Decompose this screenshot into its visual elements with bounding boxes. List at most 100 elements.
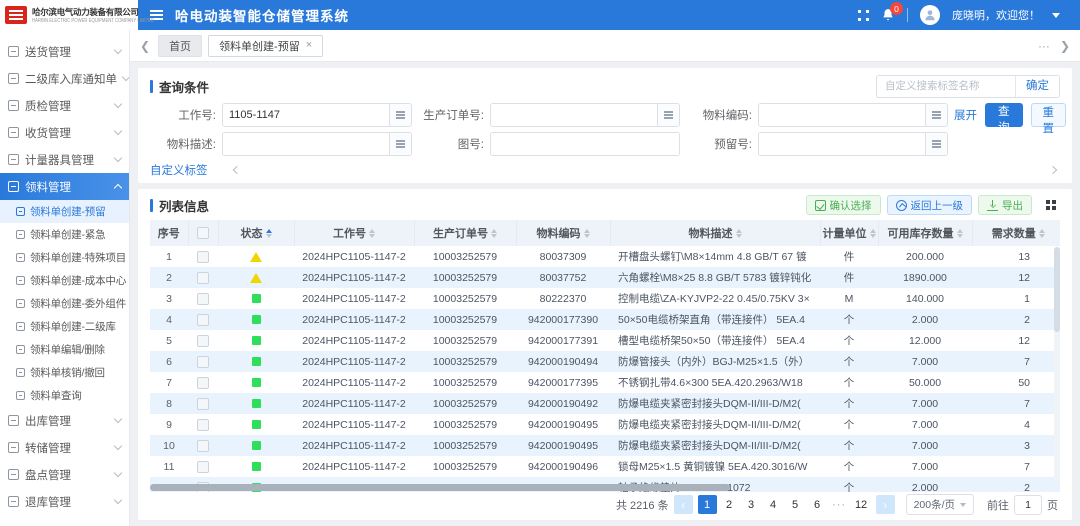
column-header-material-code[interactable]: 物料编码 — [516, 220, 610, 246]
sidebar-item-transfer[interactable]: 转储管理 — [0, 434, 129, 461]
tab-home[interactable]: 首页 — [158, 35, 202, 57]
vertical-scrollbar[interactable] — [1054, 247, 1060, 482]
page-button-4[interactable]: 4 — [764, 495, 783, 514]
row-checkbox[interactable] — [197, 335, 209, 347]
sidebar-subitem-create-reserve[interactable]: 领料单创建-预留 — [0, 200, 129, 223]
chevron-left-icon[interactable] — [232, 166, 240, 174]
sort-icon[interactable] — [957, 229, 963, 238]
filter-select-icon[interactable] — [389, 104, 411, 126]
sidebar-item-outbound[interactable]: 出库管理 — [0, 407, 129, 434]
table-row[interactable]: 92024HPC1105-1147-2100032525799420001904… — [150, 414, 1060, 435]
column-header-order-no[interactable]: 生产订单号 — [414, 220, 516, 246]
column-header-work-no[interactable]: 工作号 — [294, 220, 414, 246]
table-row[interactable]: 82024HPC1105-1147-2100032525799420001904… — [150, 393, 1060, 414]
column-header-material-desc[interactable]: 物料描述 — [610, 220, 820, 246]
order-no-input[interactable] — [491, 104, 657, 126]
table-row[interactable]: 22024HPC1105-1147-21000325257980037752六角… — [150, 267, 1060, 288]
sort-icon[interactable] — [736, 229, 742, 238]
page-button-6[interactable]: 6 — [808, 495, 827, 514]
notifications-bell-icon[interactable]: 0 — [881, 8, 895, 22]
table-row[interactable]: 112024HPC1105-1147-210003252579942000190… — [150, 456, 1060, 477]
table-row[interactable]: 102024HPC1105-1147-210003252579942000190… — [150, 435, 1060, 456]
row-checkbox[interactable] — [197, 461, 209, 473]
confirm-select-button[interactable]: 确认选择 — [806, 195, 881, 215]
page-button-12[interactable]: 12 — [852, 495, 871, 514]
fullscreen-icon[interactable] — [858, 10, 869, 21]
expand-link[interactable]: 展开 — [954, 107, 977, 123]
tab-create-reserve[interactable]: 领料单创建-预留× — [208, 35, 323, 57]
sidebar-subitem-create-cost-center[interactable]: 领料单创建-成本中心 — [0, 269, 129, 292]
close-icon[interactable]: × — [306, 40, 312, 51]
column-header-demand[interactable]: 需求数量 — [972, 220, 1060, 246]
table-row[interactable]: 62024HPC1105-1147-2100032525799420001904… — [150, 351, 1060, 372]
export-button[interactable]: 导出 — [978, 195, 1032, 215]
sidebar-subitem-create-special-project[interactable]: 领料单创建-特殊项目 — [0, 246, 129, 269]
prev-page-button[interactable]: ‹ — [674, 495, 693, 514]
select-all-checkbox[interactable] — [197, 227, 209, 239]
row-checkbox[interactable] — [197, 314, 209, 326]
sidebar-item-delivery[interactable]: 送货管理 — [0, 38, 129, 65]
sidebar-toggle-icon[interactable] — [150, 10, 163, 12]
column-header-stock[interactable]: 可用库存数量 — [878, 220, 972, 246]
tab-scroll-left-icon[interactable]: ❮ — [140, 39, 150, 53]
sidebar-item-return[interactable]: 退库管理 — [0, 488, 129, 515]
search-button[interactable]: 查询 — [985, 103, 1023, 127]
sidebar-subitem-query[interactable]: 领料单查询 — [0, 384, 129, 407]
sidebar-subitem-edit-delete[interactable]: 领料单编辑/删除 — [0, 338, 129, 361]
custom-tag-input[interactable] — [877, 80, 1015, 92]
filter-select-icon[interactable] — [657, 104, 679, 126]
row-checkbox[interactable] — [197, 251, 209, 263]
sort-icon[interactable] — [266, 229, 272, 238]
page-button-3[interactable]: 3 — [742, 495, 761, 514]
column-header-unit[interactable]: 计量单位 — [820, 220, 878, 246]
sidebar-subitem-create-urgent[interactable]: 领料单创建-紧急 — [0, 223, 129, 246]
table-row[interactable]: 42024HPC1105-1147-2100032525799420001773… — [150, 309, 1060, 330]
sort-icon[interactable] — [369, 229, 375, 238]
material-code-input[interactable] — [759, 104, 925, 126]
table-row[interactable]: 12024HPC1105-1147-21000325257980037309开槽… — [150, 246, 1060, 267]
sort-icon[interactable] — [1039, 229, 1045, 238]
back-upper-button[interactable]: 返回上一级 — [887, 195, 973, 215]
page-size-select[interactable]: 200条/页 — [906, 494, 974, 515]
welcome-text[interactable]: 庞晓明，欢迎您！ — [952, 7, 1040, 23]
column-header-status[interactable]: 状态 — [218, 220, 294, 246]
chevron-down-icon[interactable] — [1052, 13, 1060, 18]
next-page-button[interactable]: › — [876, 495, 895, 514]
tag-confirm-button[interactable]: 确定 — [1015, 76, 1059, 97]
row-checkbox[interactable] — [197, 398, 209, 410]
sidebar-item-stocktake[interactable]: 盘点管理 — [0, 461, 129, 488]
table-row[interactable]: 32024HPC1105-1147-21000325257980222370控制… — [150, 288, 1060, 309]
reserve-no-input[interactable] — [759, 133, 925, 155]
sort-icon[interactable] — [870, 229, 876, 238]
filter-select-icon[interactable] — [925, 133, 947, 155]
sort-icon[interactable] — [584, 229, 590, 238]
tab-scroll-right-icon[interactable]: ❯ — [1060, 39, 1070, 53]
pagination-ellipsis[interactable]: ··· — [830, 495, 849, 514]
table-row[interactable]: 52024HPC1105-1147-2100032525799420001773… — [150, 330, 1060, 351]
row-checkbox[interactable] — [197, 356, 209, 368]
drawing-no-input[interactable] — [491, 133, 679, 155]
page-button-2[interactable]: 2 — [720, 495, 739, 514]
sidebar-subitem-create-secondary[interactable]: 领料单创建-二级库 — [0, 315, 129, 338]
filter-select-icon[interactable] — [925, 104, 947, 126]
page-button-5[interactable]: 5 — [786, 495, 805, 514]
tab-more-icon[interactable]: ··· — [1038, 39, 1050, 53]
sidebar-item-measuring-tools[interactable]: 计量器具管理 — [0, 146, 129, 173]
row-checkbox[interactable] — [197, 440, 209, 452]
sidebar-item-receiving[interactable]: 收货管理 — [0, 119, 129, 146]
filter-select-icon[interactable] — [389, 133, 411, 155]
chevron-right-icon[interactable] — [1049, 166, 1057, 174]
sidebar-item-quality[interactable]: 质检管理 — [0, 92, 129, 119]
page-button-1[interactable]: 1 — [698, 495, 717, 514]
sidebar-item-picking[interactable]: 领料管理 — [0, 173, 129, 200]
sidebar-subitem-writeoff-recall[interactable]: 领料单核销/撤回 — [0, 361, 129, 384]
avatar[interactable] — [920, 5, 940, 25]
material-desc-input[interactable] — [223, 133, 389, 155]
sort-icon[interactable] — [491, 229, 497, 238]
sidebar-item-secondary-inbound-notice[interactable]: 二级库入库通知单 — [0, 65, 129, 92]
row-checkbox[interactable] — [197, 419, 209, 431]
row-checkbox[interactable] — [197, 293, 209, 305]
custom-tag-link[interactable]: 自定义标签 — [150, 162, 208, 178]
horizontal-scrollbar[interactable] — [150, 484, 730, 491]
column-settings-icon[interactable] — [1042, 196, 1060, 214]
